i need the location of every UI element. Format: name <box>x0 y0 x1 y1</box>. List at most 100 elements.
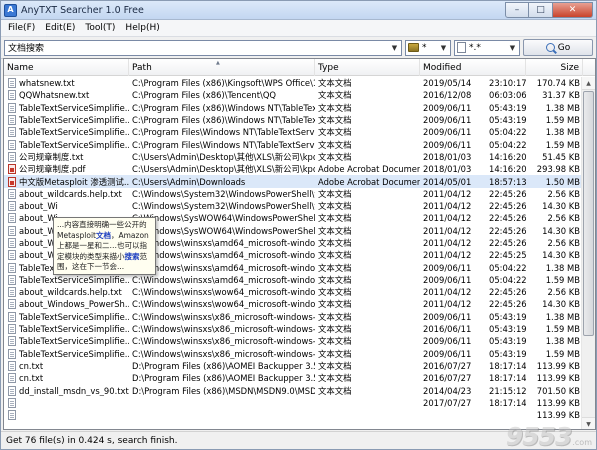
filetype-filter-value: *.* <box>469 42 481 53</box>
file-name: TableTextServiceSimplifie... <box>19 127 129 138</box>
cell-time: 05:43:19 <box>489 324 526 335</box>
search-input[interactable] <box>5 42 388 53</box>
text-file-icon <box>8 127 16 138</box>
table-row[interactable]: 113.99 KB <box>4 409 583 421</box>
menu-tool[interactable]: Tool(T) <box>80 21 120 36</box>
table-row[interactable]: 2017/07/27 18:17:14 113.99 KB <box>4 397 583 409</box>
table-row[interactable]: TableTextServiceSimplifie... C:\Program F… <box>4 138 583 150</box>
table-row[interactable]: about_Wi C:\Windows\System32\WindowsPower… <box>4 200 583 212</box>
column-header-type[interactable]: Type <box>315 59 420 76</box>
window-title: AnyTXT Searcher 1.0 Free <box>21 4 144 16</box>
cell-path: C:\Windows\winsxs\x86_microsoft-windows-… <box>132 324 315 335</box>
location-filter-value: * <box>422 42 427 53</box>
cell-time: 18:17:14 <box>489 360 526 371</box>
cell-size: 14.30 KB <box>542 250 580 261</box>
text-file-icon <box>8 250 16 261</box>
table-row[interactable]: whatsnew.txt C:\Program Files (x86)\Kings… <box>4 77 583 89</box>
table-row[interactable]: about_wildcards.help.txt C:\Windows\winsx… <box>4 286 583 298</box>
cell-date: 2009/06/11 <box>423 102 472 113</box>
cell-path: C:\Windows\winsxs\amd64_microsoft-window… <box>132 238 315 248</box>
cell-date: 2009/06/11 <box>423 336 472 347</box>
table-row[interactable]: TableTextServiceSimplifie...C:\Windows\w… <box>4 311 583 323</box>
table-row[interactable]: TableTextServiceSimplifie... C:\Program F… <box>4 126 583 138</box>
cell-date: 2009/06/11 <box>423 262 472 273</box>
table-row[interactable]: cn.txt D:\Program Files (x86)\AOMEI Backu… <box>4 360 583 372</box>
title-bar[interactable]: A AnyTXT Searcher 1.0 Free – □ ✕ <box>1 1 596 20</box>
menu-edit[interactable]: Edit(E) <box>40 21 80 36</box>
cell-date: 2019/05/14 <box>423 78 472 89</box>
cell-path: C:\Windows\winsxs\x86_microsoft-windows-… <box>132 311 315 322</box>
table-row[interactable]: TableTextServiceSimplifie... C:\Program F… <box>4 114 583 126</box>
cell-path: C:\Program Files\Windows NT\TableTextSer… <box>132 127 315 138</box>
location-filter-combobox[interactable]: * ▼ <box>405 39 451 56</box>
scrollbar-thumb[interactable] <box>583 91 594 336</box>
file-name: about_Wi <box>19 225 58 236</box>
cell-type: 文本文档 <box>318 201 352 212</box>
window-controls: – □ ✕ <box>505 1 593 19</box>
table-row[interactable]: dd_install_msdn_vs_90.txt D:\Program File… <box>4 384 583 396</box>
cell-path: D:\Program Files (x86)\AOMEI Backupper 3… <box>132 373 315 384</box>
close-button[interactable]: ✕ <box>553 1 593 18</box>
chevron-down-icon[interactable]: ▼ <box>437 41 450 55</box>
cell-type: 文本文档 <box>318 102 352 113</box>
table-row[interactable]: TableTextServiceSimplifie...C:\Windows\w… <box>4 348 583 360</box>
table-row[interactable]: 中文版Metasploit 渗透测试... C:\Users\Admin\Down… <box>4 175 583 188</box>
text-file-icon <box>8 397 16 408</box>
cell-name: cn.txt <box>4 373 129 384</box>
cell-path: C:\Windows\System32\WindowsPowerShell\v1… <box>132 201 315 212</box>
file-name: whatsnew.txt <box>19 78 75 89</box>
minimize-button[interactable]: – <box>505 1 529 18</box>
cell-size: 1.38 MB <box>545 311 580 322</box>
text-file-icon <box>8 102 16 113</box>
cell-time: 05:43:19 <box>489 336 526 347</box>
column-header-path[interactable]: Path <box>129 59 315 76</box>
table-row[interactable]: about_wildcards.help.txt C:\Windows\Syste… <box>4 188 583 200</box>
column-header: Name Path Type Modified Size ▲ <box>4 59 595 76</box>
cell-date: 2011/04/12 <box>423 238 472 248</box>
vertical-scrollbar[interactable]: ▲ ▼ <box>581 77 595 429</box>
table-row[interactable]: TableTextServiceSimplifie...C:\Windows\w… <box>4 335 583 347</box>
table-row[interactable]: 公司规章制度.txt C:\Users\Admin\Desktop\其他\XLS\… <box>4 151 583 163</box>
cell-date: 2009/06/11 <box>423 348 472 359</box>
cell-date: 2018/01/03 <box>423 151 472 162</box>
cell-type: 文本文档 <box>318 225 352 236</box>
cell-type: 文本文档 <box>318 127 352 138</box>
table-row[interactable]: cn.txt D:\Program Files (x86)\AOMEI Backu… <box>4 372 583 384</box>
search-combobox[interactable]: ▼ <box>4 39 402 56</box>
table-row[interactable]: TableTextServiceSimplifie...C:\Windows\w… <box>4 274 583 286</box>
cell-size: 1.38 MB <box>545 102 580 113</box>
file-name: dd_install_msdn_vs_90.txt <box>19 385 129 396</box>
cell-path: D:\Program Files (x86)\AOMEI Backupper 3… <box>132 360 315 371</box>
pdf-file-icon <box>8 164 16 175</box>
cell-date: 2011/04/12 <box>423 250 472 261</box>
cell-name: TableTextServiceSimplifie... <box>4 324 129 335</box>
column-header-modified[interactable]: Modified <box>420 59 526 76</box>
cell-name: about_wildcards.help.txt <box>4 287 129 298</box>
cell-time: 22:45:26 <box>489 201 526 212</box>
table-row[interactable]: QQWhatsnew.txt C:\Program Files (x86)\Ten… <box>4 89 583 101</box>
column-header-size[interactable]: Size <box>526 59 583 76</box>
cell-path: C:\Windows\SysWOW64\WindowsPowerShell\v.… <box>132 225 315 236</box>
tooltip-highlight: 搜索 <box>124 251 140 261</box>
table-row[interactable]: 公司规章制度.pdf C:\Users\Admin\Desktop\其他\XLS\… <box>4 163 583 175</box>
maximize-button[interactable]: □ <box>529 1 553 18</box>
chevron-down-icon[interactable]: ▼ <box>388 41 401 55</box>
table-row[interactable]: TableTextServiceSimplifie...C:\Windows\w… <box>4 323 583 335</box>
table-row[interactable]: about_Windows_PowerSh...C:\Windows\winsx… <box>4 298 583 310</box>
text-file-icon <box>8 213 16 224</box>
cell-size: 14.30 KB <box>542 299 580 310</box>
scroll-up-icon[interactable]: ▲ <box>582 77 595 90</box>
cell-date: 2014/04/23 <box>423 385 472 396</box>
filetype-filter-combobox[interactable]: *.* ▼ <box>454 39 520 56</box>
table-row[interactable]: TableTextServiceSimplifie... C:\Program F… <box>4 102 583 114</box>
cell-date: 2011/04/12 <box>423 213 472 224</box>
column-header-name[interactable]: Name <box>4 59 129 76</box>
menu-help[interactable]: Help(H) <box>120 21 164 36</box>
cell-type: 文本文档 <box>318 299 352 310</box>
cell-path: C:\Windows\winsxs\amd64_microsoft-window… <box>132 274 315 285</box>
menu-file[interactable]: File(F) <box>3 21 40 36</box>
cell-name: about_Windows_PowerSh... <box>4 299 129 310</box>
go-button[interactable]: Go <box>523 39 593 56</box>
chevron-down-icon[interactable]: ▼ <box>506 41 519 55</box>
cell-name: TableTextServiceSimplifie... <box>4 139 129 150</box>
